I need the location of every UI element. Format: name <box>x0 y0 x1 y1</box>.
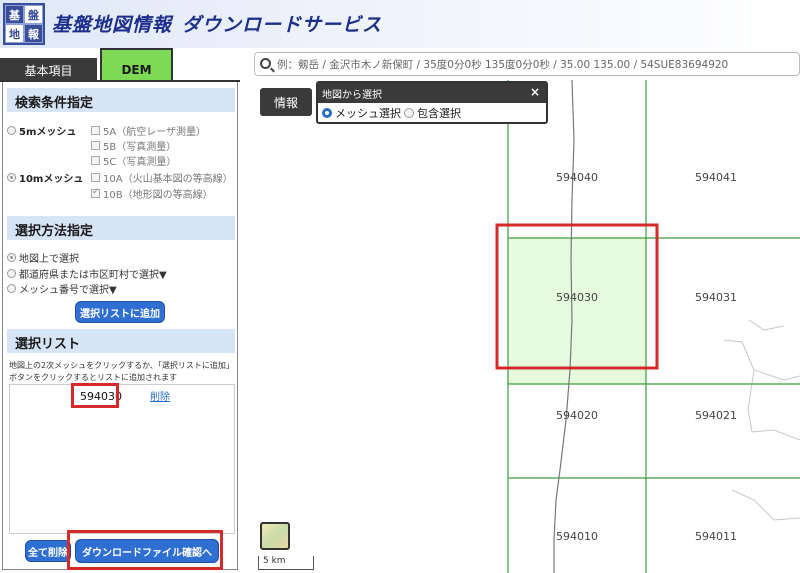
checkbox-icon <box>91 173 100 182</box>
option-5c[interactable]: 5C（写真測量） <box>91 153 176 168</box>
mesh5-radio[interactable]: 5mメッシュ <box>7 123 76 138</box>
method-map-label: 地図上で選択 <box>19 254 79 265</box>
radio-icon <box>7 173 16 182</box>
select-from-map-popup: 地図から選択 × メッシュ選択 包含選択 <box>316 81 548 124</box>
mesh10-radio[interactable]: 10mメッシュ <box>7 170 83 185</box>
mesh5-label: 5mメッシュ <box>19 127 77 138</box>
terrain-line <box>723 339 800 441</box>
checkbox-icon <box>91 187 100 198</box>
selected-mesh-fill <box>508 238 646 384</box>
search-icon <box>260 58 271 69</box>
logo-char: 地 <box>5 24 24 43</box>
popup-header: 地図から選択 × <box>318 83 546 103</box>
option-5c-label: 5C（写真測量） <box>103 157 177 168</box>
mesh-label: 594041 <box>695 171 737 184</box>
clear-all-button[interactable]: 全て削除 <box>25 540 71 562</box>
terrain-line <box>731 489 800 521</box>
tab-bar: 基本項目 DEM <box>0 48 240 82</box>
contain-select-radio[interactable] <box>404 108 414 118</box>
highlight-download-button <box>67 530 223 570</box>
map-view[interactable]: 594040 594041 594030 594031 594020 59402… <box>254 80 800 573</box>
logo-char: 盤 <box>24 5 43 24</box>
mesh-label: 594010 <box>556 530 598 543</box>
list-item-delete-link[interactable]: 削除 <box>150 388 170 403</box>
checkbox-icon <box>91 126 100 135</box>
option-5b[interactable]: 5B（写真測量） <box>91 138 176 153</box>
search-conditions-heading: 検索条件指定 <box>7 88 235 112</box>
radio-icon <box>7 253 16 262</box>
selection-list-heading: 選択リスト <box>7 329 235 353</box>
site-title-main: 基盤地図情報 <box>52 14 173 36</box>
checkbox-icon <box>91 156 100 165</box>
radio-icon <box>7 284 16 293</box>
place-search-bar[interactable]: 例：剱岳 / 金沢市木ノ新保町 / 35度0分0秒 135度0分0秒 / 35.… <box>254 52 800 76</box>
checkbox-icon <box>91 141 100 150</box>
logo-char: 基 <box>5 5 24 24</box>
mesh-label: 594030 <box>556 291 598 304</box>
scale-bar: 5 km <box>258 556 314 570</box>
tab-dem[interactable]: DEM <box>100 48 173 82</box>
selection-list-note: 地図上の2次メッシュをクリックするか、「選択リストに追加」ボタンをクリックすると… <box>9 361 234 382</box>
option-10b-label: 10B（地形図の等高線） <box>103 190 213 201</box>
info-button[interactable]: 情報 <box>260 88 312 116</box>
option-10b[interactable]: 10B（地形図の等高線） <box>91 186 213 201</box>
method-region-label: 都道府県または市区町村で選択▼ <box>19 270 167 281</box>
site-logo[interactable]: 基 盤 地 報 <box>3 3 45 45</box>
mesh-label: 594021 <box>695 409 737 422</box>
terrain-line <box>753 369 800 381</box>
mesh-label: 594031 <box>695 291 737 304</box>
option-5a-label: 5A（航空レーザ測量） <box>103 127 207 138</box>
option-5a[interactable]: 5A（航空レーザ測量） <box>91 123 206 138</box>
highlight-selected-code <box>71 383 119 408</box>
mesh10-label: 10mメッシュ <box>19 174 84 185</box>
option-10a-label: 10A（火山基本図の等高線） <box>103 174 233 185</box>
method-region[interactable]: 都道府県または市区町村で選択▼ <box>7 266 167 281</box>
mesh-label: 594011 <box>695 530 737 543</box>
popup-body: メッシュ選択 包含選択 <box>318 103 546 121</box>
mesh-label: 594040 <box>556 171 598 184</box>
radio-icon <box>7 126 16 135</box>
add-to-list-button[interactable]: 選択リストに追加 <box>75 301 165 323</box>
tab-basic[interactable]: 基本項目 <box>0 58 97 82</box>
option-10a[interactable]: 10A（火山基本図の等高線） <box>91 170 233 185</box>
radio-icon <box>7 269 16 278</box>
site-header: 基 盤 地 報 基盤地図情報 ダウンロードサービス <box>0 0 800 48</box>
contain-select-label: 包含選択 <box>417 107 461 120</box>
site-title-sub: ダウンロードサービス <box>182 14 383 36</box>
selection-listbox[interactable]: 594030 削除 <box>9 384 235 534</box>
mesh-select-radio[interactable] <box>322 108 332 118</box>
map-canvas[interactable]: 594040 594041 594030 594031 594020 59402… <box>254 80 800 573</box>
close-icon[interactable]: × <box>530 85 540 99</box>
mesh-label: 594020 <box>556 409 598 422</box>
option-5b-label: 5B（写真測量） <box>103 142 177 153</box>
side-panel: 検索条件指定 5mメッシュ 5A（航空レーザ測量） 5B（写真測量） 5C（写真… <box>2 82 238 570</box>
method-mesh-number[interactable]: メッシュ番号で選択▼ <box>7 281 117 296</box>
mesh-select-label: メッシュ選択 <box>335 107 401 120</box>
basemap-switcher[interactable] <box>260 522 290 550</box>
popup-title: 地図から選択 <box>322 90 382 101</box>
search-input[interactable]: 例：剱岳 / 金沢市木ノ新保町 / 35度0分0秒 135度0分0秒 / 35.… <box>277 57 728 72</box>
logo-char: 報 <box>24 24 43 43</box>
method-map[interactable]: 地図上で選択 <box>7 250 79 265</box>
terrain-line <box>748 319 785 331</box>
method-mesh-number-label: メッシュ番号で選択▼ <box>19 285 117 296</box>
site-title: 基盤地図情報 ダウンロードサービス <box>52 10 382 37</box>
selection-method-heading: 選択方法指定 <box>7 216 235 240</box>
